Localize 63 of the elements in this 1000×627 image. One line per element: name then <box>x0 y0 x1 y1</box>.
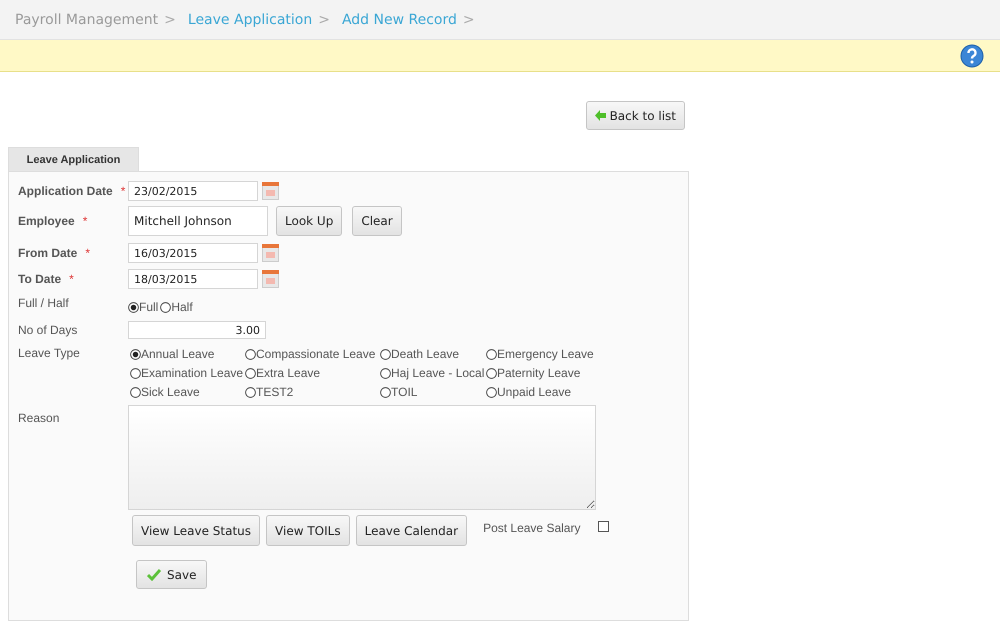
option-label: Extra Leave <box>256 366 320 380</box>
radio-button[interactable] <box>130 348 141 360</box>
save-button[interactable]: Save <box>136 560 208 589</box>
radio-button[interactable] <box>160 302 172 312</box>
radio-button[interactable] <box>130 368 141 378</box>
required-mark: * <box>85 246 90 260</box>
field-label: Leave Type <box>18 346 80 360</box>
option-label: Unpaid Leave <box>497 385 572 399</box>
days-field[interactable]: 3.00 <box>128 321 266 339</box>
option-label: Haj Leave - Local <box>391 366 484 380</box>
required-mark: * <box>120 184 126 198</box>
radio-button[interactable] <box>486 348 497 360</box>
option-label: Compassionate Leave <box>256 347 376 361</box>
radio-button[interactable] <box>486 386 497 398</box>
action-button[interactable]: View TOILs <box>266 515 350 546</box>
option-label: Paternity Leave <box>497 366 580 380</box>
radio-button[interactable] <box>130 386 141 398</box>
option-label: Death Leave <box>391 347 460 361</box>
field-label: Employee <box>18 214 75 228</box>
radio-button[interactable] <box>128 302 139 312</box>
help-icon[interactable] <box>960 44 984 68</box>
field-label: Application Date <box>18 184 113 198</box>
radio-button[interactable] <box>380 386 391 398</box>
required-mark: * <box>69 272 74 286</box>
checkbox[interactable] <box>598 521 610 532</box>
option-label: Half <box>171 300 193 314</box>
field-label: To Date <box>18 272 62 286</box>
option-label: TOIL <box>391 385 418 399</box>
breadcrumb-separator: > <box>164 12 176 28</box>
required-mark: * <box>82 214 88 228</box>
option-label: Annual Leave <box>141 347 214 361</box>
option-label: Sick Leave <box>141 385 200 399</box>
breadcrumb-item: Payroll Management <box>15 12 158 28</box>
arrow-icon <box>594 110 606 121</box>
option-label: TEST2 <box>256 385 294 399</box>
back-button[interactable]: Back to list <box>586 101 685 130</box>
field-label: Reason <box>18 411 60 425</box>
option-label: Emergency Leave <box>497 347 594 361</box>
radio-button[interactable] <box>245 348 256 360</box>
date-field[interactable]: 23/02/2015 <box>128 181 258 201</box>
action-button[interactable]: Leave Calendar <box>356 515 468 546</box>
lookup-button[interactable]: Look Up <box>276 206 342 236</box>
radio-button[interactable] <box>245 368 256 378</box>
employee-field[interactable]: Mitchell Johnson <box>128 206 268 236</box>
radio-button[interactable] <box>380 348 391 360</box>
option-label: Examination Leave <box>141 366 244 380</box>
checkmark-icon <box>147 568 161 580</box>
field-label: Post Leave Salary <box>483 520 580 534</box>
lookup-button[interactable]: Clear <box>352 206 402 236</box>
field-label: Full / Half <box>18 296 69 310</box>
action-button[interactable]: View Leave Status <box>132 515 260 546</box>
date-field[interactable]: 16/03/2015 <box>128 243 258 263</box>
field-label: From Date <box>18 246 78 260</box>
date-field[interactable]: 18/03/2015 <box>128 269 258 289</box>
breadcrumb-separator: > <box>318 12 330 28</box>
radio-button[interactable] <box>380 368 391 378</box>
reason-field[interactable] <box>128 405 596 510</box>
radio-button[interactable] <box>486 368 497 378</box>
tab[interactable]: Leave Application <box>8 147 139 171</box>
field-label: No of Days <box>18 323 78 337</box>
breadcrumb-separator: > <box>462 12 475 28</box>
radio-button[interactable] <box>245 386 256 398</box>
option-label: Full <box>139 300 158 314</box>
